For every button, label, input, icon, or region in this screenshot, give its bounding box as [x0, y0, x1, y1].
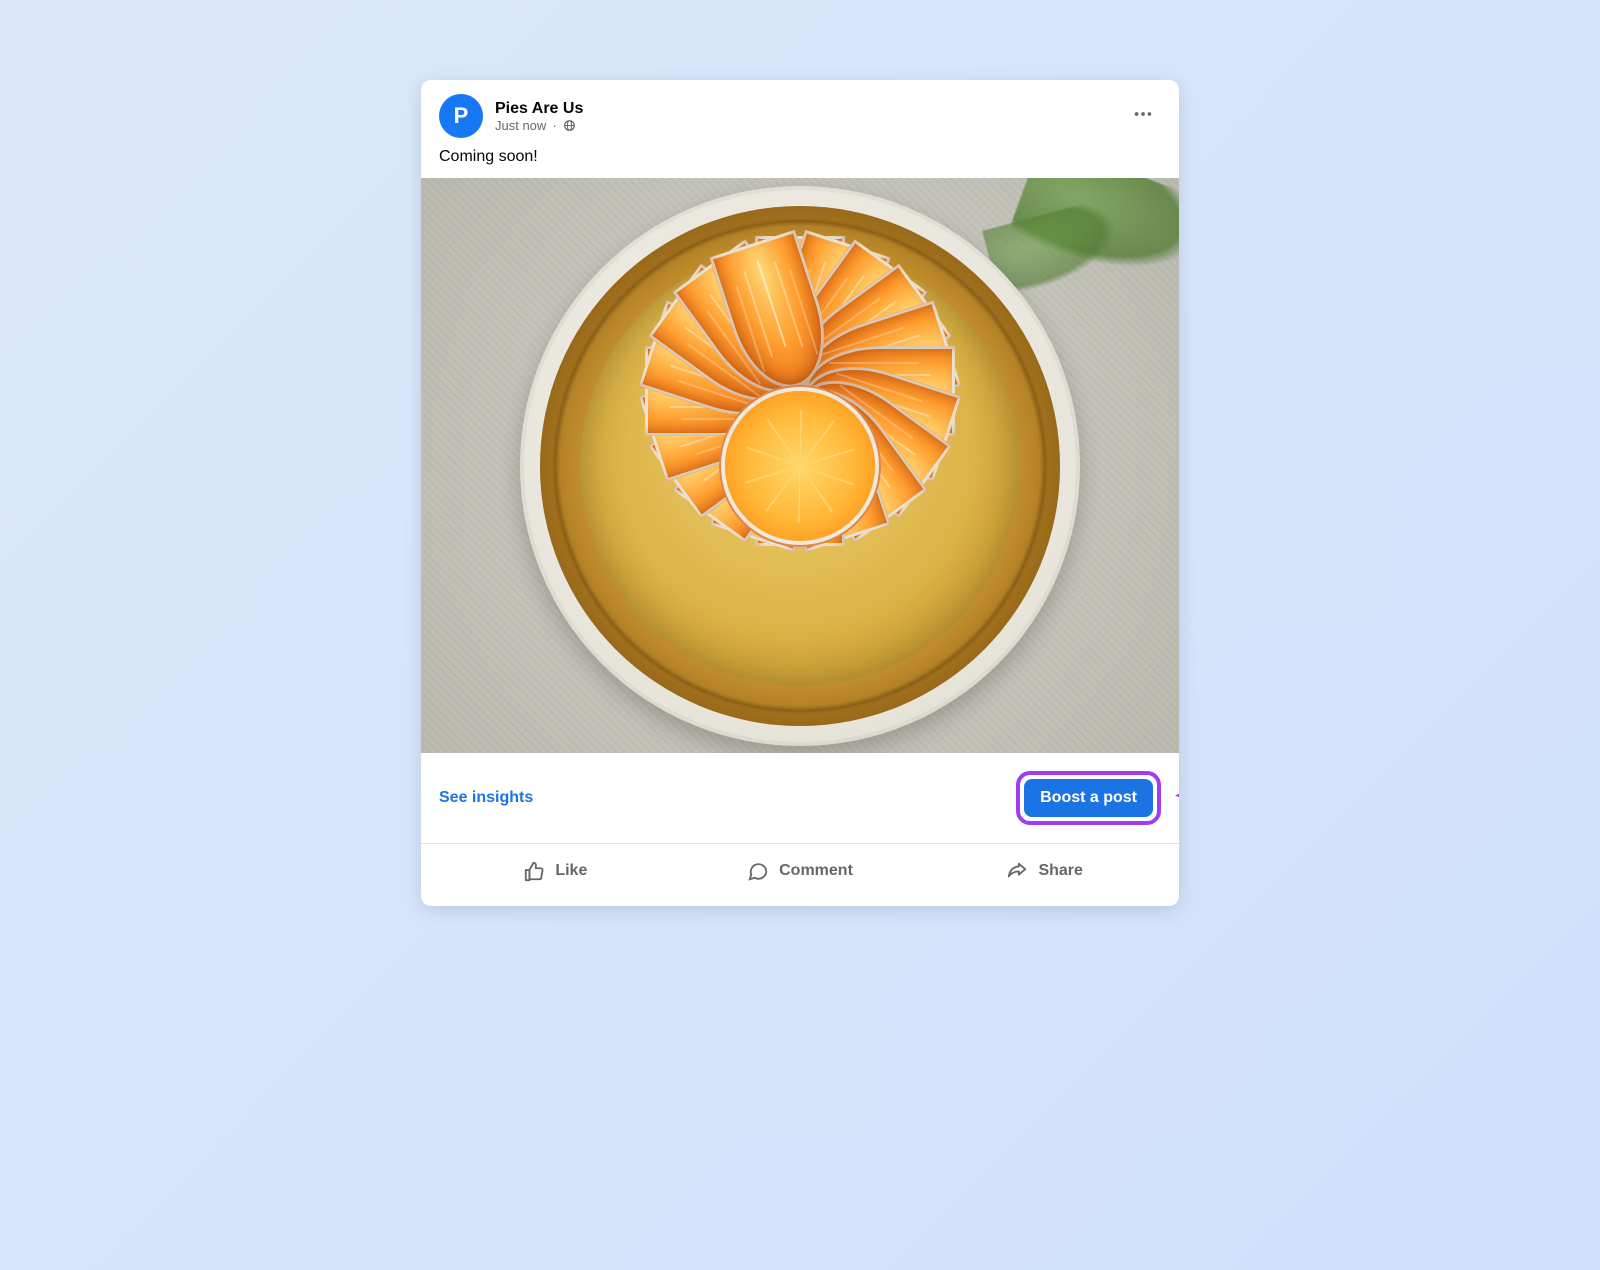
- comment-icon: [747, 860, 769, 882]
- page-avatar[interactable]: P: [439, 94, 483, 138]
- dot-separator: ·: [552, 118, 556, 133]
- post-time: Just now: [495, 118, 546, 133]
- post-header-text: Pies Are Us Just now ·: [495, 100, 1125, 133]
- post-actions: Like Comment Share: [421, 844, 1179, 906]
- more-icon: [1132, 103, 1154, 130]
- more-options-button[interactable]: [1125, 98, 1161, 134]
- boost-post-button[interactable]: Boost a post: [1024, 779, 1153, 817]
- see-insights-link[interactable]: See insights: [439, 789, 533, 807]
- comment-button[interactable]: Comment: [678, 850, 923, 892]
- like-button[interactable]: Like: [433, 850, 678, 892]
- post-image[interactable]: [421, 178, 1179, 753]
- like-label: Like: [555, 862, 587, 880]
- post-header: P Pies Are Us Just now ·: [421, 80, 1179, 148]
- boost-highlight: Boost a post: [1016, 771, 1161, 825]
- insights-row: See insights Boost a post: [421, 753, 1179, 844]
- share-icon: [1006, 860, 1028, 882]
- post-meta: Just now ·: [495, 118, 1125, 133]
- post-card: P Pies Are Us Just now · Coming soon!: [421, 80, 1179, 906]
- share-button[interactable]: Share: [922, 850, 1167, 892]
- post-text: Coming soon!: [421, 148, 1179, 178]
- like-icon: [523, 860, 545, 882]
- globe-icon: [563, 119, 576, 132]
- annotation-arrow-icon: [1175, 786, 1179, 811]
- comment-label: Comment: [779, 862, 853, 880]
- share-label: Share: [1038, 862, 1082, 880]
- page-name[interactable]: Pies Are Us: [495, 100, 1125, 118]
